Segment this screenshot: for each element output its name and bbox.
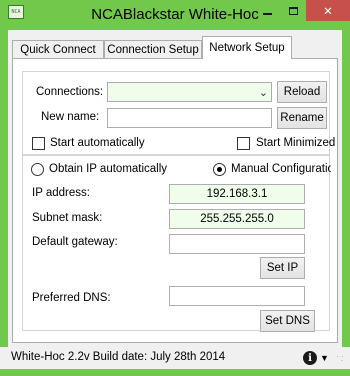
info-icon[interactable]: i: [303, 351, 317, 365]
default-gateway-input[interactable]: [169, 234, 305, 254]
obtain-ip-automatically-label: Obtain IP automatically: [49, 163, 168, 175]
start-automatically-label: Start automatically: [50, 137, 145, 149]
chevron-down-icon[interactable]: ▼: [320, 353, 329, 363]
resize-grip-icon[interactable]: · · ·: [336, 353, 346, 365]
tab-network-setup[interactable]: Network Setup: [202, 36, 292, 59]
tab-quick-connect[interactable]: Quick Connect: [12, 40, 104, 58]
preferred-dns-label: Preferred DNS:: [32, 292, 111, 304]
manual-configuration-radio[interactable]: [213, 163, 226, 176]
close-icon: ✕: [323, 5, 333, 18]
default-gateway-label: Default gateway:: [32, 236, 118, 248]
ip-configuration-group: Obtain IP automatically Manual Configura…: [22, 155, 331, 332]
window-bottom-frame: [0, 369, 350, 376]
maximize-icon: [288, 6, 298, 15]
network-setup-panel: Connections: ⌄ Reload New name: Rename S…: [12, 58, 338, 343]
tab-connection-setup[interactable]: Connection Setup: [104, 40, 202, 58]
reload-button[interactable]: Reload: [277, 81, 327, 103]
subnet-mask-label: Subnet mask:: [32, 212, 103, 224]
start-minimized-label: Start Minimized: [256, 137, 336, 149]
connection-group: Connections: ⌄ Reload New name: Rename S…: [22, 71, 335, 155]
status-bar: White-Hoc 2.2v Build date: July 28th 201…: [0, 347, 350, 369]
new-name-label: New name:: [41, 111, 100, 123]
ip-address-input[interactable]: 192.168.3.1: [169, 184, 305, 204]
preferred-dns-input[interactable]: [169, 286, 305, 306]
new-name-input[interactable]: [107, 108, 272, 128]
ip-address-label: IP address:: [32, 187, 90, 199]
maximize-button[interactable]: [280, 0, 306, 21]
app-window: NCA NCABlackstar White-Hoc ✕ Quick Conne…: [0, 0, 350, 376]
set-ip-button[interactable]: Set IP: [260, 257, 305, 279]
manual-configuration-label: Manual Configuration: [231, 163, 331, 175]
start-minimized-checkbox[interactable]: [237, 137, 250, 150]
close-button[interactable]: ✕: [306, 0, 350, 21]
connections-label: Connections:: [36, 86, 104, 98]
status-text: White-Hoc 2.2v Build date: July 28th 201…: [11, 351, 226, 363]
rename-button[interactable]: Rename: [277, 107, 327, 129]
title-bar[interactable]: NCA NCABlackstar White-Hoc ✕: [0, 0, 350, 30]
minimize-button[interactable]: [254, 0, 280, 21]
tab-strip: Quick Connect Connection Setup Network S…: [8, 36, 342, 59]
set-dns-button[interactable]: Set DNS: [260, 310, 315, 332]
subnet-mask-input[interactable]: 255.255.255.0: [169, 209, 305, 229]
minimize-icon: [262, 12, 272, 15]
obtain-ip-automatically-radio[interactable]: [31, 163, 44, 176]
connections-dropdown[interactable]: ⌄: [107, 82, 272, 102]
start-automatically-checkbox[interactable]: [32, 137, 45, 150]
chevron-down-icon: ⌄: [258, 87, 268, 99]
client-area: Quick Connect Connection Setup Network S…: [8, 30, 342, 347]
